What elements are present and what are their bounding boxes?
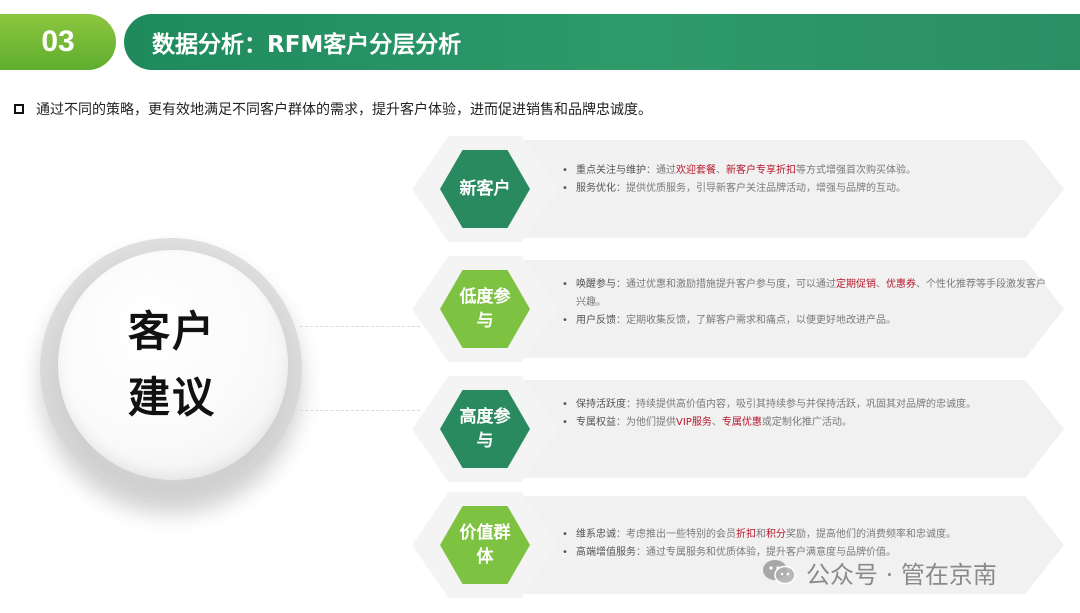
segment-row: 高度参与 保持活跃度：持续提供高价值内容，吸引其持续参与并保持活跃，巩固其对品牌… bbox=[412, 376, 1072, 482]
section-number: 03 bbox=[0, 14, 116, 70]
connector-line bbox=[300, 410, 420, 411]
bullet-item: 保持活跃度：持续提供高价值内容，吸引其持续参与并保持活跃，巩固其对品牌的忠诚度。 bbox=[562, 396, 1052, 414]
center-circle: 客户 建议 bbox=[58, 250, 288, 480]
bullet-item: 用户反馈：定期收集反馈，了解客户需求和痛点，以便更好地改进产品。 bbox=[562, 312, 1052, 330]
center-text-line-2: 建议 bbox=[128, 373, 217, 422]
center-text-line-1: 客户 bbox=[128, 307, 217, 356]
wechat-icon bbox=[762, 558, 796, 586]
intro-text: 通过不同的策略，更有效地满足不同客户群体的需求，提升客户体验，进而促进销售和品牌… bbox=[36, 102, 652, 118]
bullet-item: 重点关注与维护：通过欢迎套餐、新客户专享折扣等方式增强首次购买体验。 bbox=[562, 162, 1052, 180]
square-bullet-icon bbox=[14, 104, 24, 114]
segment-row: 低度参与 唤醒参与：通过优惠和激励措施提升客户参与度，可以通过定期促销、优惠券、… bbox=[412, 256, 1072, 362]
segment-bullets: 唤醒参与：通过优惠和激励措施提升客户参与度，可以通过定期促销、优惠券、个性化推荐… bbox=[562, 276, 1052, 330]
connector-line bbox=[300, 326, 420, 327]
page-title-text: 数据分析：RFM客户分层分析 bbox=[152, 32, 462, 58]
segment-row: 新客户 重点关注与维护：通过欢迎套餐、新客户专享折扣等方式增强首次购买体验。 服… bbox=[412, 136, 1072, 242]
intro-bullet: 通过不同的策略，更有效地满足不同客户群体的需求，提升客户体验，进而促进销售和品牌… bbox=[14, 98, 652, 120]
bullet-item: 唤醒参与：通过优惠和激励措施提升客户参与度，可以通过定期促销、优惠券、个性化推荐… bbox=[562, 276, 1052, 312]
page-title: 数据分析：RFM客户分层分析 bbox=[124, 14, 1080, 70]
bullet-item: 维系忠诚：考虑推出一些特别的会员折扣和积分奖励，提高他们的消费频率和忠诚度。 bbox=[562, 526, 1052, 544]
watermark-text: 公众号 · 管在京南 bbox=[806, 560, 997, 589]
watermark: 公众号 · 管在京南 bbox=[762, 552, 997, 592]
segment-bullets: 保持活跃度：持续提供高价值内容，吸引其持续参与并保持活跃，巩固其对品牌的忠诚度。… bbox=[562, 396, 1052, 432]
bullet-item: 专属权益：为他们提供VIP服务、专属优惠或定制化推广活动。 bbox=[562, 414, 1052, 432]
segment-bullets: 重点关注与维护：通过欢迎套餐、新客户专享折扣等方式增强首次购买体验。 服务优化：… bbox=[562, 162, 1052, 198]
bullet-item: 服务优化：提供优质服务，引导新客户关注品牌活动，增强与品牌的互动。 bbox=[562, 180, 1052, 198]
